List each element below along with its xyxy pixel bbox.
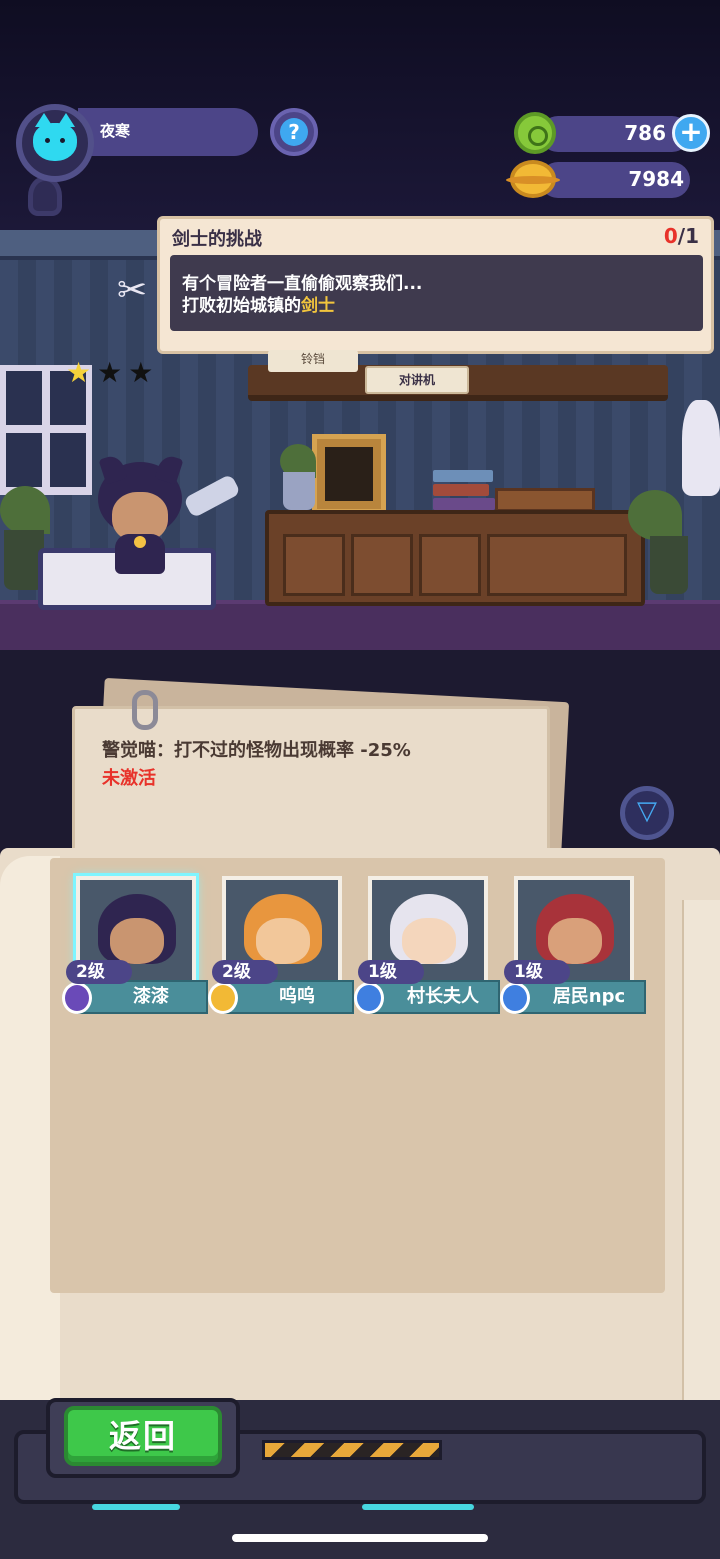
character-card-wuwu[interactable]: 呜呜 2级 [208,876,354,1016]
dress-form [682,400,720,496]
blue-shield-badge-icon [500,982,530,1014]
blue-claw-badge-icon [354,982,384,1014]
hazard-stripe [262,1440,442,1460]
quest-title: 剑士的挑战 [172,229,262,250]
character-level: 2级 [212,960,278,984]
book-right-pages [682,900,720,1400]
plant-pot-desk [283,472,315,510]
character-card-qiqi[interactable]: 漆漆 2级 [62,876,208,1016]
quest-progress: 0/1 [663,224,699,248]
bell-sign[interactable]: 铃铛 [268,350,358,372]
star-empty-icon: ★ [128,356,154,389]
character-card-villager-npc[interactable]: 居民npc 1级 [500,876,646,1016]
console-light [92,1504,180,1510]
filter-button[interactable]: ▽ [620,786,674,840]
intercom-sign[interactable]: 对讲机 [365,366,469,394]
quest-card[interactable]: 剑士的挑战 0/1 有个冒险者一直偷偷观察我们... 打败初始城镇的剑士 [157,216,714,354]
character-level: 2级 [66,960,132,984]
purple-claw-badge-icon [62,982,92,1014]
add-gems-button[interactable]: + [672,114,710,152]
plant-right [628,490,682,540]
paperclip-icon [132,690,158,730]
cat-face-icon [33,113,77,161]
back-button[interactable]: 返回 [64,1406,222,1466]
player-name: 夜寒 [100,122,131,140]
character-namebar: 村长夫人 [368,980,500,1014]
buff-status-text: 未激活 [102,768,156,789]
quest-description: 有个冒险者一直偷偷观察我们... 打败初始城镇的剑士 [170,255,703,331]
picture-frame [312,434,386,514]
gold-coin-icon [506,160,560,198]
green-gem-icon [514,112,556,154]
character-namebar: 居民npc [514,980,646,1014]
character-namebar: 呜呜 [222,980,354,1014]
player-cat-character[interactable] [80,453,200,574]
star-rating: ★ ★ ★ [66,356,159,389]
help-button[interactable]: ? [270,108,318,156]
filter-funnel-icon: ▽ [637,796,657,826]
character-level: 1级 [358,960,424,984]
console-light [362,1504,474,1510]
home-indicator[interactable] [232,1534,488,1542]
buff-effect-text: 警觉喵：打不过的怪物出现概率 -25% [102,740,411,761]
desk [265,510,645,606]
gold-shield-badge-icon [208,982,238,1014]
gem-value: 786 [624,121,666,145]
coin-value: 7984 [628,167,684,191]
quest-line-2: 打败初始城镇的剑士 [182,296,335,316]
wooden-box [495,488,595,512]
plant-pot-right [650,536,688,594]
character-card-chief-wife[interactable]: 村长夫人 1级 [354,876,500,1016]
avatar-stand [28,176,62,216]
character-namebar: 漆漆 [76,980,208,1014]
star-filled-icon: ★ [66,356,92,389]
question-mark-icon: ? [280,118,308,146]
plant-left [0,486,50,534]
book-stack [433,470,497,510]
player-avatar[interactable] [16,104,94,182]
star-empty-icon: ★ [97,356,123,389]
character-level: 1级 [504,960,570,984]
